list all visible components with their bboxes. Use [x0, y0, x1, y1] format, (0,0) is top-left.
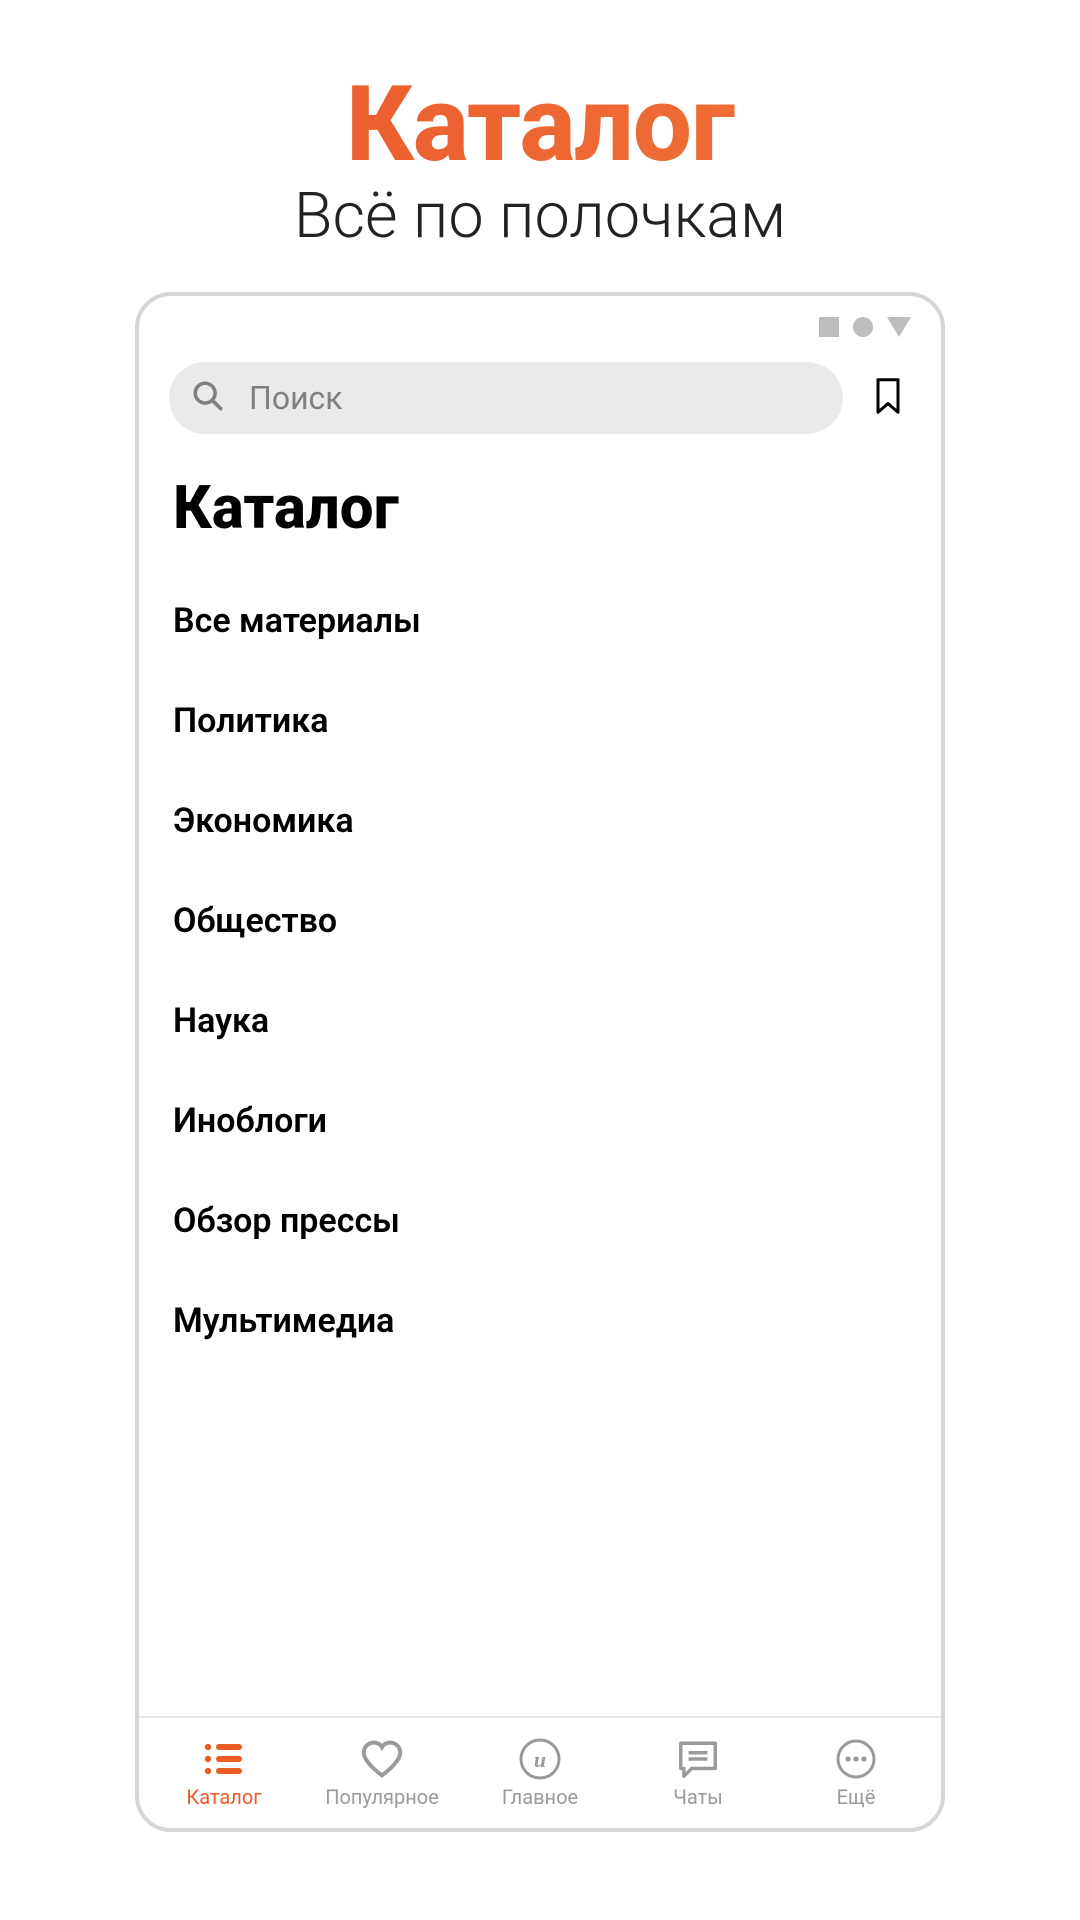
- category-item[interactable]: Политика: [173, 671, 907, 771]
- page-title: Каталог: [139, 434, 941, 561]
- bottom-nav: Каталог Популярное и Главное: [139, 1716, 941, 1828]
- status-square-icon: [819, 317, 839, 337]
- status-bar: [139, 296, 941, 358]
- list-icon: [201, 1737, 247, 1781]
- category-item[interactable]: Иноблоги: [173, 1071, 907, 1171]
- category-item[interactable]: Общество: [173, 871, 907, 971]
- nav-label: Популярное: [325, 1785, 439, 1809]
- nav-item-popular[interactable]: Популярное: [303, 1737, 461, 1809]
- nav-label: Каталог: [186, 1785, 261, 1809]
- nav-item-chats[interactable]: Чаты: [619, 1737, 777, 1809]
- nav-item-catalog[interactable]: Каталог: [145, 1737, 303, 1809]
- search-placeholder: Поиск: [249, 379, 343, 417]
- chat-icon: [676, 1737, 720, 1781]
- search-icon: [191, 379, 225, 417]
- bookmark-icon: [873, 377, 903, 419]
- bookmarks-button[interactable]: [865, 377, 911, 419]
- nav-label: Ещё: [837, 1785, 876, 1809]
- category-list: Все материалы Политика Экономика Обществ…: [139, 561, 941, 1371]
- category-item[interactable]: Экономика: [173, 771, 907, 871]
- search-row: Поиск: [139, 362, 941, 434]
- status-circle-icon: [853, 317, 873, 337]
- heart-icon: [360, 1737, 404, 1781]
- category-item[interactable]: Все материалы: [173, 571, 907, 671]
- nav-item-more[interactable]: Ещё: [777, 1737, 935, 1809]
- nav-item-main[interactable]: и Главное: [461, 1737, 619, 1809]
- nav-label: Главное: [502, 1785, 578, 1809]
- search-input[interactable]: Поиск: [169, 362, 843, 434]
- promo-subtitle: Всё по полочкам: [0, 182, 1080, 251]
- svg-text:и: и: [534, 1747, 546, 1772]
- nav-label: Чаты: [673, 1785, 723, 1809]
- category-item[interactable]: Наука: [173, 971, 907, 1071]
- phone-frame: Поиск Каталог Все материалы Политика Эко…: [135, 292, 945, 1832]
- more-icon: [834, 1737, 878, 1781]
- category-item[interactable]: Обзор прессы: [173, 1171, 907, 1271]
- promo-title: Каталог: [0, 70, 1080, 180]
- promo-header: Каталог Всё по полочкам: [0, 0, 1080, 292]
- category-item[interactable]: Мультимедиа: [173, 1271, 907, 1371]
- brand-circle-icon: и: [518, 1737, 562, 1781]
- status-triangle-icon: [887, 317, 911, 337]
